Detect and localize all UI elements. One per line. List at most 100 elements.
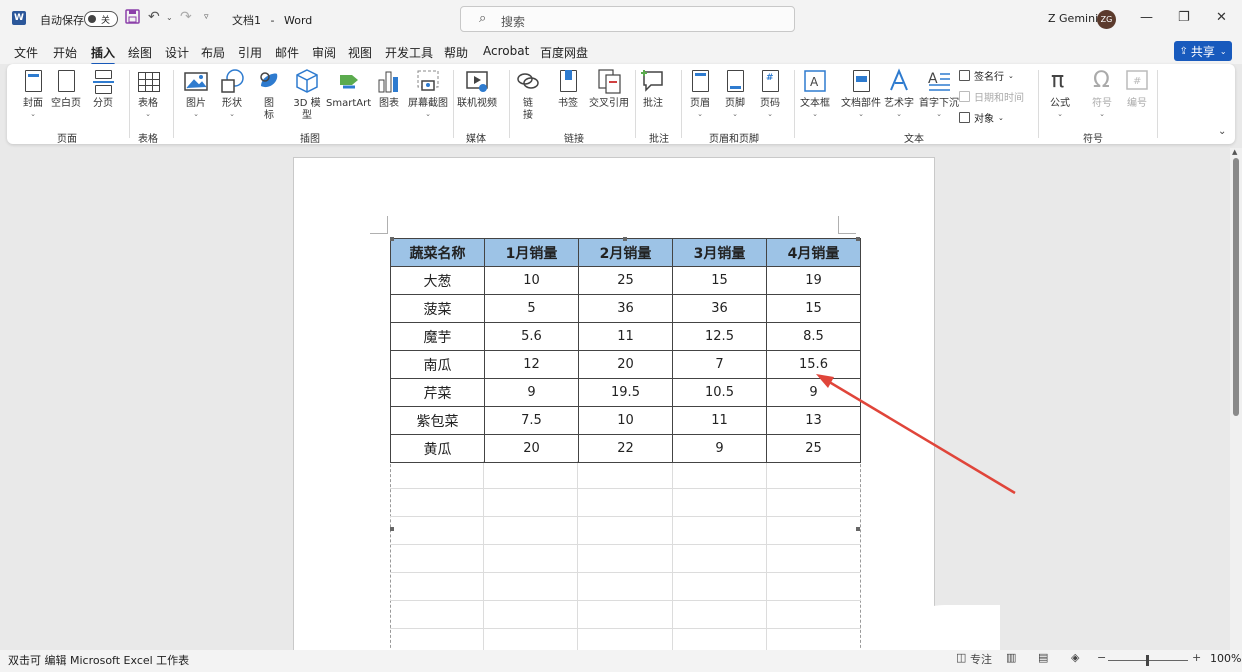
focus-icon[interactable]: ◫ — [956, 651, 966, 664]
tab-design[interactable]: 设计 — [165, 44, 189, 61]
resize-handle[interactable] — [390, 527, 394, 531]
tab-help[interactable]: 帮助 — [444, 44, 468, 61]
zoom-level[interactable]: 100% — [1210, 652, 1241, 665]
table-cell[interactable]: 7 — [672, 350, 767, 379]
table-cell[interactable]: 11 — [578, 322, 673, 351]
resize-handle[interactable] — [856, 237, 860, 241]
table-cell[interactable]: 8.5 — [766, 322, 861, 351]
link-button[interactable]: 链接 — [516, 68, 540, 122]
icons-button[interactable]: 图标 — [257, 68, 281, 122]
resize-handle[interactable] — [856, 527, 860, 531]
date-time-button[interactable]: 日期和时间 — [959, 89, 1024, 104]
tab-view[interactable]: 视图 — [348, 44, 372, 61]
table-cell[interactable]: 菠菜 — [390, 294, 485, 323]
web-layout-icon[interactable]: ◈ — [1071, 651, 1079, 664]
symbol-button[interactable]: Ω 符号 ⌄ — [1090, 68, 1114, 118]
table-cell[interactable]: 南瓜 — [390, 350, 485, 379]
wordart-button[interactable]: 艺术字 ⌄ — [884, 68, 914, 118]
table-cell[interactable]: 9 — [672, 434, 767, 463]
table-cell[interactable]: 5 — [484, 294, 579, 323]
user-name[interactable]: Z Gemini — [1048, 12, 1098, 25]
close-icon[interactable]: ✕ — [1216, 10, 1227, 25]
table-cell[interactable]: 19.5 — [578, 378, 673, 407]
cross-reference-button[interactable]: 交叉引用 — [589, 68, 629, 110]
table-cell[interactable]: 15 — [766, 294, 861, 323]
table-cell[interactable]: 22 — [578, 434, 673, 463]
pictures-button[interactable]: 图片 ⌄ — [184, 68, 208, 118]
tab-draw[interactable]: 绘图 — [128, 44, 152, 61]
cover-page-button[interactable]: 封面 ⌄ — [21, 68, 45, 118]
tab-insert[interactable]: 插入 — [91, 44, 116, 66]
collapse-ribbon-icon[interactable]: ⌄ — [1218, 126, 1226, 137]
undo-icon[interactable]: ↶ — [148, 9, 160, 25]
autosave-toggle[interactable]: 关 — [84, 11, 118, 27]
share-button[interactable]: ⇪ 共享 ⌄ — [1174, 41, 1232, 61]
header-cell[interactable]: 4月销量 — [766, 238, 861, 267]
table-cell[interactable]: 10 — [578, 406, 673, 435]
table-cell[interactable]: 15 — [672, 266, 767, 295]
redo-icon[interactable]: ↷ — [180, 9, 192, 25]
table-cell[interactable]: 19 — [766, 266, 861, 295]
table-cell[interactable]: 12.5 — [672, 322, 767, 351]
header-cell[interactable]: 3月销量 — [672, 238, 767, 267]
search-box[interactable]: ⌕ 搜索 — [460, 6, 795, 32]
tab-file[interactable]: 文件 — [14, 44, 38, 61]
resize-handle[interactable] — [390, 237, 394, 241]
tab-acrobat[interactable]: Acrobat — [483, 44, 529, 58]
read-mode-icon[interactable]: ▥ — [1006, 651, 1016, 664]
page-number-button[interactable]: # 页码 ⌄ — [758, 68, 782, 118]
tab-home[interactable]: 开始 — [53, 44, 77, 61]
tab-references[interactable]: 引用 — [238, 44, 262, 61]
table-cell[interactable]: 芹菜 — [390, 378, 485, 407]
table-cell[interactable]: 25 — [766, 434, 861, 463]
table-cell[interactable]: 黄瓜 — [390, 434, 485, 463]
quick-parts-button[interactable]: 文档部件 ⌄ — [841, 68, 881, 118]
tab-review[interactable]: 审阅 — [312, 44, 336, 61]
tab-developer[interactable]: 开发工具 — [385, 44, 433, 61]
tab-mailings[interactable]: 邮件 — [275, 44, 299, 61]
table-cell[interactable]: 9 — [484, 378, 579, 407]
table-cell[interactable]: 紫包菜 — [390, 406, 485, 435]
tab-baidu-netdisk[interactable]: 百度网盘 — [540, 44, 588, 61]
3d-models-button[interactable]: 3D 模型 — [293, 68, 321, 122]
customize-toolbar-icon[interactable]: ▿ — [204, 12, 209, 22]
avatar[interactable]: ZG — [1097, 10, 1116, 29]
vegetable-sales-table[interactable]: 蔬菜名称 1月销量 2月销量 3月销量 4月销量 大葱 10 25 15 19 … — [390, 238, 861, 463]
table-cell[interactable]: 7.5 — [484, 406, 579, 435]
zoom-slider[interactable] — [1108, 655, 1188, 666]
print-layout-icon[interactable]: ▤ — [1038, 651, 1048, 664]
page-break-button[interactable]: 分页 — [91, 68, 115, 110]
table-cell[interactable]: 36 — [578, 294, 673, 323]
drop-cap-button[interactable]: A 首字下沉 ⌄ — [919, 68, 959, 118]
save-icon[interactable] — [125, 9, 140, 28]
table-cell[interactable]: 9 — [766, 378, 861, 407]
table-cell[interactable]: 36 — [672, 294, 767, 323]
header-button[interactable]: 页眉 ⌄ — [688, 68, 712, 118]
table-cell[interactable]: 5.6 — [484, 322, 579, 351]
header-cell[interactable]: 1月销量 — [484, 238, 579, 267]
comment-button[interactable]: 批注 — [641, 68, 665, 110]
object-button[interactable]: 对象 ⌄ — [959, 110, 1004, 125]
online-video-button[interactable]: 联机视频 — [457, 68, 497, 110]
table-cell[interactable]: 大葱 — [390, 266, 485, 295]
signature-line-button[interactable]: 签名行 ⌄ — [959, 68, 1014, 83]
equation-button[interactable]: π 公式 ⌄ — [1048, 68, 1072, 118]
smartart-button[interactable]: SmartArt — [326, 68, 371, 110]
blank-page-button[interactable]: 空白页 — [51, 68, 81, 110]
minimize-icon[interactable]: — — [1140, 10, 1153, 25]
bookmark-button[interactable]: 书签 — [556, 68, 580, 110]
table-cell[interactable]: 20 — [578, 350, 673, 379]
table-cell[interactable]: 20 — [484, 434, 579, 463]
restore-icon[interactable]: ❐ — [1178, 10, 1190, 25]
focus-label[interactable]: 专注 — [970, 651, 992, 667]
resize-handle[interactable] — [623, 237, 627, 241]
table-cell[interactable]: 10 — [484, 266, 579, 295]
table-cell[interactable]: 11 — [672, 406, 767, 435]
footer-button[interactable]: 页脚 ⌄ — [723, 68, 747, 118]
scroll-up-icon[interactable]: ▲ — [1232, 148, 1237, 156]
zoom-out-icon[interactable]: − — [1097, 651, 1106, 664]
chart-button[interactable]: 图表 — [377, 68, 401, 110]
zoom-slider-thumb[interactable] — [1146, 655, 1149, 666]
screenshot-button[interactable]: 屏幕截图 ⌄ — [408, 68, 448, 118]
table-cell-highlighted[interactable]: 15.6 — [766, 350, 861, 379]
